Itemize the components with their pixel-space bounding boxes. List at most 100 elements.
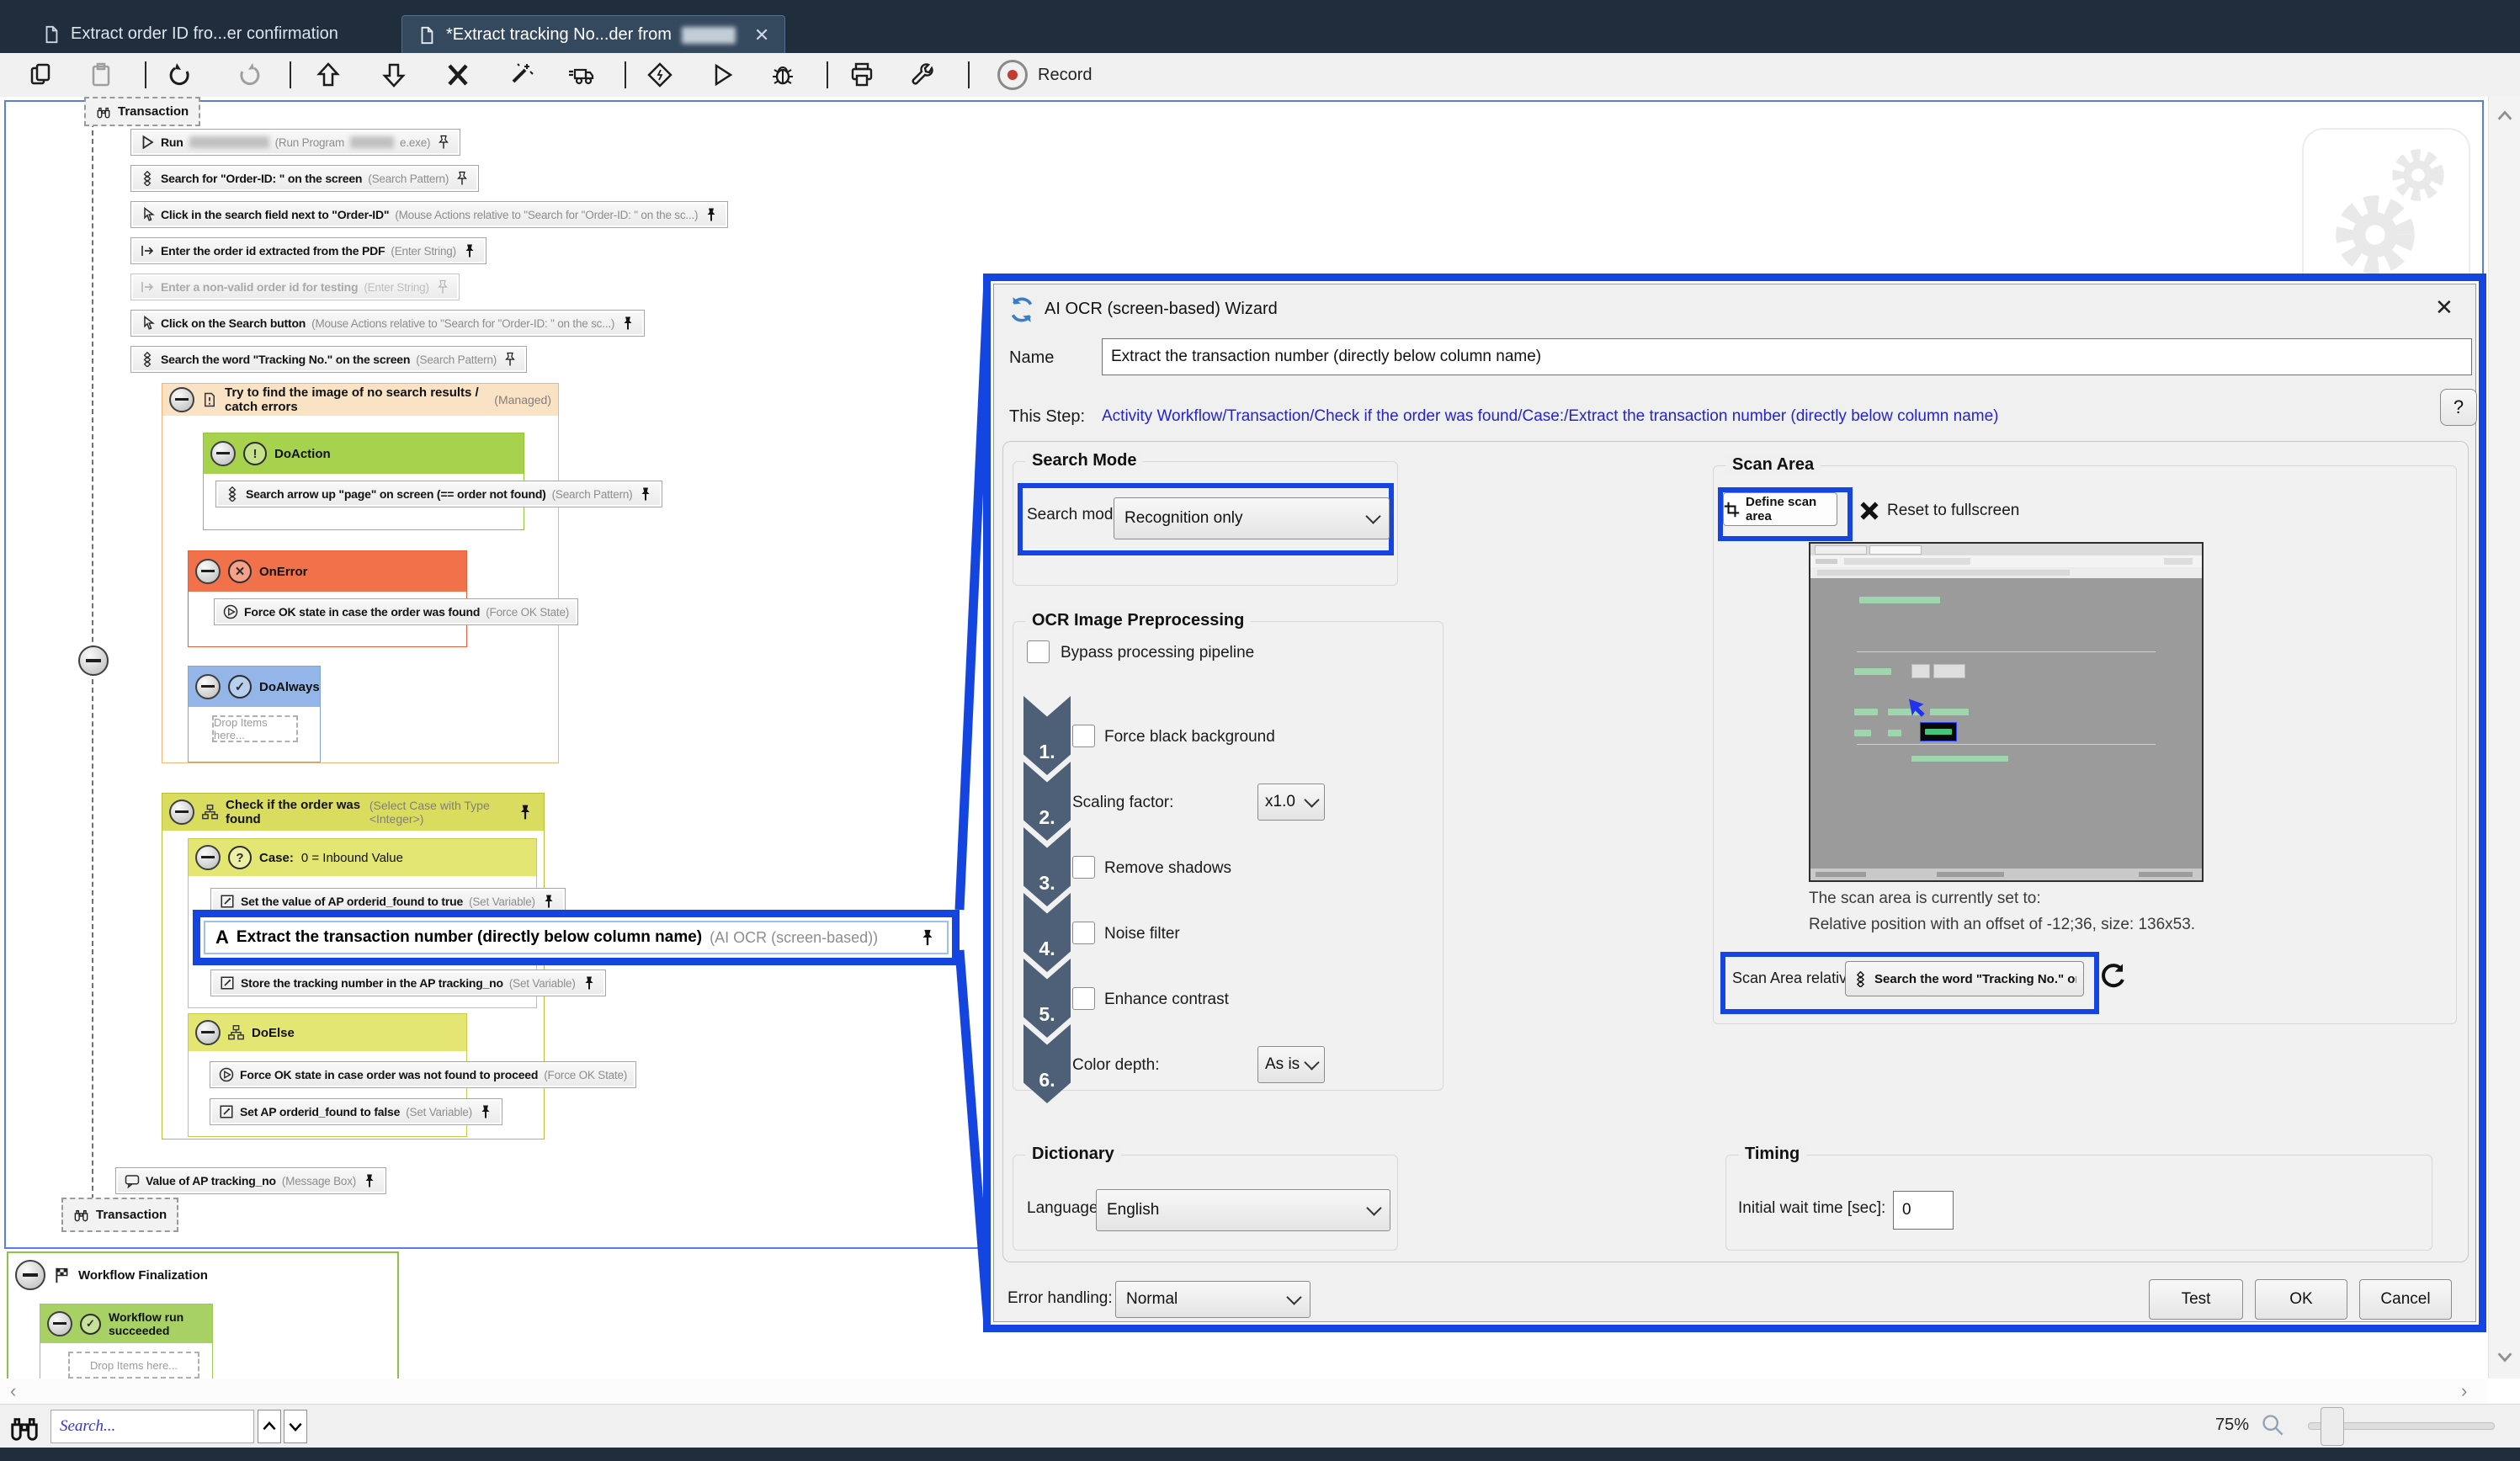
define-scan-area-button[interactable]: Define scan area — [1723, 492, 1837, 526]
help-button[interactable]: ? — [2440, 389, 2477, 426]
name-field[interactable]: Extract the transaction number (directly… — [1102, 338, 2472, 375]
workflow-step[interactable]: Click on the Search button(Mouse Actions… — [130, 310, 645, 337]
pin-icon[interactable] — [362, 1173, 377, 1188]
scaling-factor-select[interactable]: x1.0 — [1257, 784, 1325, 821]
color-depth-select[interactable]: As is — [1257, 1046, 1325, 1083]
zoom-slider-thumb[interactable] — [2321, 1407, 2344, 1446]
managed-block[interactable]: Try to find the image of no search resul… — [162, 383, 559, 763]
pin-icon[interactable] — [462, 243, 477, 258]
workflow-step[interactable]: Enter a non-valid order id for testing(E… — [130, 274, 460, 300]
finalization-header[interactable]: Workflow Finalization — [8, 1253, 397, 1297]
delete-icon[interactable] — [443, 60, 473, 90]
workflow-step[interactable]: Force OK state in case order was not fou… — [210, 1061, 636, 1088]
doaction-header[interactable]: ! DoAction — [204, 433, 524, 474]
collapse-icon[interactable] — [47, 1311, 72, 1336]
scroll-left-icon[interactable]: ‹ — [10, 1380, 16, 1402]
workflow-step[interactable]: Value of AP tracking_no(Message Box) — [115, 1167, 386, 1194]
pin-icon[interactable] — [918, 928, 937, 947]
force-black-background-checkbox[interactable] — [1072, 725, 1095, 747]
search-mode-select[interactable]: Recognition only — [1114, 497, 1390, 539]
pin-icon[interactable] — [638, 486, 653, 502]
workflow-step[interactable]: Enter the order id extracted from the PD… — [130, 237, 486, 264]
collapse-icon[interactable] — [195, 845, 221, 870]
pin-icon[interactable] — [455, 171, 470, 186]
doelse-block[interactable]: DoElse Force OK state in case order was … — [188, 1013, 467, 1137]
selectcase-header[interactable]: Check if the order was found (Select Cas… — [162, 794, 544, 831]
print-icon[interactable] — [847, 60, 877, 90]
collapse-icon[interactable] — [195, 674, 221, 699]
succeeded-block[interactable]: ✓ Workflow run succeeded Drop Items here… — [40, 1304, 213, 1379]
onerror-header[interactable]: ✕ OnError — [189, 551, 466, 592]
move-up-icon[interactable] — [313, 60, 343, 90]
drop-zone[interactable]: Drop Items here... — [68, 1352, 199, 1379]
transaction-node-bottom[interactable]: Transaction — [61, 1198, 178, 1232]
pin-icon[interactable] — [517, 804, 534, 821]
workflow-step[interactable]: Search arrow up "page" on screen (== ord… — [215, 481, 662, 507]
drop-zone[interactable]: Drop Items here... — [212, 715, 298, 742]
pin-icon[interactable] — [478, 1104, 493, 1119]
workflow-canvas[interactable]: Transaction Run(Run Programe.exe) Search … — [0, 97, 2520, 1379]
collapse-icon[interactable] — [195, 1020, 221, 1045]
tab-close-icon[interactable]: ✕ — [754, 24, 769, 46]
ok-button[interactable]: OK — [2255, 1279, 2347, 1320]
language-select[interactable]: English — [1096, 1189, 1390, 1231]
collapse-icon[interactable] — [195, 559, 221, 584]
doelse-header[interactable]: DoElse — [189, 1014, 466, 1051]
pin-icon[interactable] — [582, 975, 597, 991]
doalways-block[interactable]: ✓ DoAlways Drop Items here... — [188, 666, 321, 762]
search-next-button[interactable] — [284, 1410, 307, 1443]
collapse-icon[interactable] — [169, 800, 194, 825]
play-icon[interactable] — [707, 60, 737, 90]
scroll-right-icon[interactable]: › — [2461, 1380, 2467, 1402]
error-handling-select[interactable]: Normal — [1115, 1281, 1311, 1318]
settings-wrench-icon[interactable] — [907, 60, 938, 90]
succeeded-header[interactable]: ✓ Workflow run succeeded — [40, 1304, 212, 1343]
transaction-node-top[interactable]: Transaction — [84, 97, 200, 126]
finalization-block[interactable]: Workflow Finalization ✓ Workflow run suc… — [7, 1251, 399, 1379]
refresh-icon[interactable] — [2099, 963, 2126, 990]
magic-wand-icon[interactable] — [505, 60, 535, 90]
search-input[interactable]: Search... — [51, 1410, 254, 1443]
find-binoculars-icon[interactable] — [8, 1411, 40, 1443]
remove-shadows-checkbox[interactable] — [1072, 856, 1095, 879]
doalways-header[interactable]: ✓ DoAlways — [189, 667, 320, 707]
breakpoint-icon[interactable] — [645, 60, 675, 90]
deploy-truck-icon[interactable] — [566, 60, 596, 90]
workflow-step[interactable]: Search the word "Tracking No." on the sc… — [130, 346, 527, 373]
undo-icon[interactable] — [165, 60, 195, 90]
scroll-up-icon[interactable] — [2496, 107, 2514, 125]
enhance-contrast-checkbox[interactable] — [1072, 987, 1095, 1010]
debug-bug-icon[interactable] — [768, 60, 798, 90]
collapse-icon[interactable] — [169, 387, 194, 412]
pin-icon[interactable] — [435, 279, 450, 295]
bypass-checkbox[interactable] — [1027, 640, 1050, 663]
managed-block-header[interactable]: Try to find the image of no search resul… — [162, 384, 558, 416]
workflow-step[interactable]: Force OK state in case the order was fou… — [214, 598, 578, 625]
workflow-step[interactable]: Click in the search field next to "Order… — [130, 201, 728, 228]
workflow-step[interactable]: Set AP orderid_found to false(Set Variab… — [210, 1098, 502, 1125]
move-down-icon[interactable] — [379, 60, 409, 90]
search-prev-button[interactable] — [258, 1410, 281, 1443]
cancel-button[interactable]: Cancel — [2359, 1279, 2452, 1320]
pin-icon[interactable] — [502, 352, 518, 367]
pin-icon[interactable] — [620, 316, 635, 331]
reset-fullscreen-label[interactable]: Reset to fullscreen — [1887, 502, 2019, 520]
reset-fullscreen-icon[interactable] — [1858, 500, 1880, 522]
close-icon[interactable]: ✕ — [2435, 295, 2454, 321]
collapse-icon[interactable] — [210, 441, 236, 466]
pin-icon[interactable] — [541, 894, 556, 909]
pin-icon[interactable] — [436, 135, 451, 150]
record-button[interactable]: Record — [997, 60, 1092, 90]
doaction-block[interactable]: ! DoAction Search arrow up "page" on scr… — [203, 433, 524, 530]
vertical-scrollbar[interactable] — [2488, 97, 2520, 1379]
this-step-link[interactable]: Activity Workflow/Transaction/Check if t… — [1102, 407, 1999, 426]
workflow-step[interactable]: Run(Run Programe.exe) — [130, 129, 460, 156]
wait-time-field[interactable]: 0 — [1893, 1191, 1954, 1230]
tab-extract-tracking-no[interactable]: *Extract tracking No...der from ✕ — [401, 15, 785, 54]
tab-extract-order-id[interactable]: Extract order ID fro...er confirmation — [27, 15, 354, 53]
collapse-icon[interactable] — [15, 1260, 45, 1290]
onerror-block[interactable]: ✕ OnError Force OK state in case the ord… — [188, 550, 467, 647]
workflow-step[interactable]: Store the tracking number in the AP trac… — [210, 970, 606, 996]
paste-icon[interactable] — [86, 60, 116, 90]
copy-icon[interactable] — [25, 60, 56, 90]
